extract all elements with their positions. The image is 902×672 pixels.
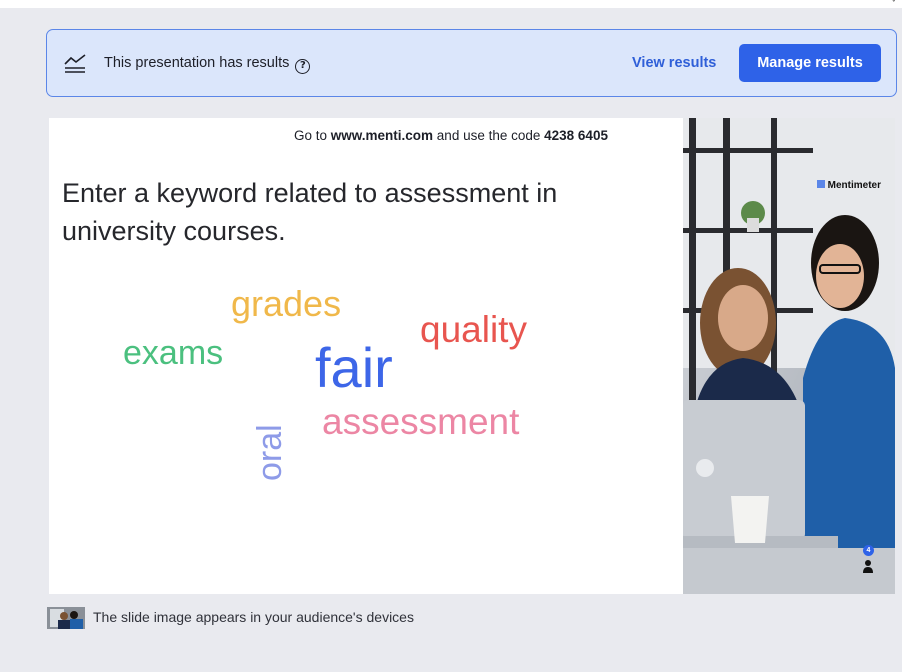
chart-lines-icon bbox=[64, 54, 86, 73]
join-url: www.menti.com bbox=[330, 128, 434, 143]
mentimeter-logo: Mentimeter bbox=[816, 180, 881, 191]
participant-count-badge: 4 bbox=[863, 545, 874, 556]
banner-text: This presentation has results bbox=[104, 55, 290, 71]
help-icon[interactable]: ? bbox=[295, 59, 311, 74]
join-instructions: Go to www.menti.com and use the code 423… bbox=[294, 128, 608, 143]
word-cloud-word: fair bbox=[315, 336, 393, 399]
slide-preview[interactable]: Go to www.menti.com and use the code 423… bbox=[49, 118, 895, 594]
join-middle: and use the code bbox=[433, 128, 545, 143]
footer-text: The slide image appears in your audience… bbox=[93, 609, 414, 625]
word-cloud-word: grades bbox=[231, 283, 342, 324]
word-cloud-word: oral bbox=[251, 424, 289, 481]
person-icon bbox=[863, 560, 873, 573]
slide-question: Enter a keyword related to assessment in… bbox=[62, 178, 558, 246]
manage-results-button[interactable]: Manage results bbox=[739, 44, 881, 82]
word-cloud-word: exams bbox=[123, 334, 224, 372]
brand-name: Mentimeter bbox=[827, 180, 881, 191]
mentimeter-mark-icon bbox=[816, 180, 825, 188]
results-banner: This presentation has results? View resu… bbox=[46, 29, 897, 97]
word-cloud-word: quality bbox=[420, 309, 527, 350]
slide-photo: Mentimeter 4 bbox=[683, 118, 895, 594]
top-strip bbox=[0, 0, 902, 8]
word-cloud-word: assessment bbox=[322, 401, 520, 442]
banner-message: This presentation has results? bbox=[104, 55, 311, 74]
view-results-link[interactable]: View results bbox=[632, 55, 716, 71]
slide-thumbnail-icon bbox=[47, 607, 85, 629]
join-prefix: Go to bbox=[294, 128, 331, 143]
join-code: 4238 6405 bbox=[544, 128, 608, 143]
corner-chevron-icon: ˇ bbox=[891, 0, 897, 10]
